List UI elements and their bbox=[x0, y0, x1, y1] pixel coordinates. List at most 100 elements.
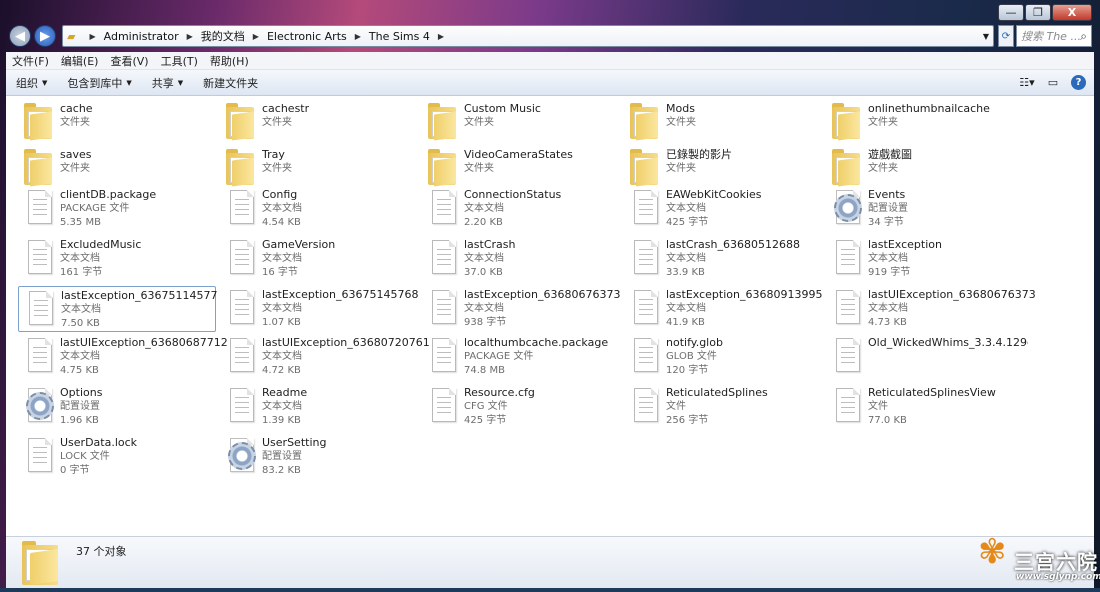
config-file-icon bbox=[220, 434, 260, 478]
preview-pane-icon[interactable]: ▭ bbox=[1045, 75, 1061, 91]
address-dropdown-icon[interactable]: ▼ bbox=[983, 32, 989, 41]
document-icon bbox=[220, 334, 260, 378]
folder-item[interactable]: cache 文件夹 bbox=[18, 100, 216, 146]
file-item[interactable]: lastUIException_63680687712 文本文档 4.75 KB bbox=[18, 334, 228, 380]
item-name: UserSetting bbox=[262, 436, 327, 449]
menu-item[interactable]: 文件(F) bbox=[6, 53, 55, 69]
share-button[interactable]: 共享 ▼ bbox=[142, 75, 193, 91]
item-type: 文本文档 bbox=[868, 303, 908, 314]
folder-item[interactable]: onlinethumbnailcache 文件夹 bbox=[826, 100, 1024, 146]
menu-item[interactable]: 工具(T) bbox=[155, 53, 204, 69]
item-text: Old_WickedWhims_3.3.4.129e_Exception_7_J… bbox=[866, 334, 1028, 380]
item-type: 文本文档 bbox=[262, 401, 302, 412]
item-type: 文件夹 bbox=[464, 117, 494, 128]
file-item[interactable]: clientDB.package PACKAGE 文件 5.35 MB bbox=[18, 186, 216, 232]
file-item[interactable]: UserSetting 配置设置 83.2 KB bbox=[220, 434, 418, 480]
document-icon bbox=[220, 384, 260, 428]
breadcrumb-separator-icon[interactable]: ▶ bbox=[355, 32, 361, 41]
item-type: PACKAGE 文件 bbox=[464, 351, 534, 362]
file-item[interactable]: GameVersion 文本文档 16 字节 bbox=[220, 236, 418, 282]
file-item[interactable]: lastException 文本文档 919 字节 bbox=[826, 236, 1024, 282]
help-icon[interactable]: ? bbox=[1071, 75, 1086, 90]
file-item[interactable]: EAWebKitCookies 文本文档 425 字节 bbox=[624, 186, 822, 232]
maximize-button[interactable]: ❐ bbox=[1025, 4, 1051, 21]
folder-icon bbox=[624, 100, 664, 144]
file-item[interactable]: Resource.cfg CFG 文件 425 字节 bbox=[422, 384, 620, 430]
item-size: 256 字节 bbox=[666, 415, 709, 426]
file-item[interactable]: ReticulatedSplinesView 文件 77.0 KB bbox=[826, 384, 1024, 430]
new-folder-button[interactable]: 新建文件夹 bbox=[193, 75, 268, 91]
search-input[interactable]: 搜索 The ... ⌕ bbox=[1016, 25, 1092, 47]
breadcrumb-separator-icon[interactable]: ▶ bbox=[253, 32, 259, 41]
close-button[interactable]: X bbox=[1052, 4, 1092, 21]
item-text: onlinethumbnailcache 文件夹 bbox=[866, 100, 990, 146]
item-size: 34 字节 bbox=[868, 217, 904, 228]
item-type: 文本文档 bbox=[262, 253, 302, 264]
file-item[interactable]: notify.glob GLOB 文件 120 字节 bbox=[624, 334, 822, 380]
breadcrumb-separator-icon[interactable]: ▶ bbox=[438, 32, 444, 41]
file-item[interactable]: ExcludedMusic 文本文档 161 字节 bbox=[18, 236, 216, 282]
watermark-url: www.sglynp.com bbox=[1016, 572, 1100, 582]
watermark: ✾ 三宫六院 www.sglynp.com bbox=[978, 522, 1100, 588]
minimize-button[interactable]: — bbox=[998, 4, 1024, 21]
file-item[interactable]: Events 配置设置 34 字节 bbox=[826, 186, 1024, 232]
view-options-icon[interactable]: ☷▾ bbox=[1019, 75, 1035, 91]
item-size: 74.8 MB bbox=[464, 365, 505, 376]
item-size: 16 字节 bbox=[262, 267, 298, 278]
address-bar[interactable]: ▰ ▶ Administrator ▶ 我的文档 ▶ Electronic Arts ▶ Th… bbox=[62, 25, 994, 47]
folder-icon bbox=[220, 100, 260, 144]
include-library-button[interactable]: 包含到库中 ▼ bbox=[57, 75, 141, 91]
file-item[interactable]: Config 文本文档 4.54 KB bbox=[220, 186, 418, 232]
item-name: lastException bbox=[868, 238, 942, 251]
item-name: lastUIException_63680720761 bbox=[262, 336, 430, 349]
item-type: 文本文档 bbox=[60, 351, 100, 362]
breadcrumb-item[interactable]: 我的文档 bbox=[201, 28, 245, 44]
item-name: lastException_63680913995 bbox=[666, 288, 823, 301]
document-icon bbox=[18, 186, 58, 230]
file-item[interactable]: lastException_63680913995 文本文档 41.9 KB bbox=[624, 286, 822, 332]
folder-item[interactable]: Mods 文件夹 bbox=[624, 100, 822, 146]
item-name: UserData.lock bbox=[60, 436, 138, 449]
forward-button[interactable]: ▶ bbox=[34, 25, 56, 47]
file-item[interactable]: ConnectionStatus 文本文档 2.20 KB bbox=[422, 186, 620, 232]
menu-item[interactable]: 帮助(H) bbox=[204, 53, 255, 69]
organize-button[interactable]: 组织 ▼ bbox=[6, 75, 57, 91]
file-item[interactable]: localthumbcache.package PACKAGE 文件 74.8 MB bbox=[422, 334, 620, 380]
file-item[interactable]: ReticulatedSplines 文件 256 字节 bbox=[624, 384, 822, 430]
file-item[interactable]: lastCrash_63680512688 文本文档 33.9 KB bbox=[624, 236, 822, 282]
explorer-window: — ❐ X ◀ ▶ ▰ ▶ Administrator ▶ 我的文档 ▶ Electron… bbox=[6, 0, 1094, 588]
menu-item[interactable]: 编辑(E) bbox=[55, 53, 105, 69]
item-type: 文件 bbox=[666, 401, 686, 412]
breadcrumb-item[interactable]: The Sims 4 bbox=[369, 30, 430, 43]
breadcrumb-item[interactable]: Electronic Arts bbox=[267, 30, 347, 43]
refresh-button[interactable]: ⟳ bbox=[998, 25, 1014, 47]
back-button[interactable]: ◀ bbox=[9, 25, 31, 47]
file-item[interactable]: lastUIException_63680720761 文本文档 4.72 KB bbox=[220, 334, 430, 380]
item-size: 7.50 KB bbox=[61, 318, 100, 329]
item-text: EAWebKitCookies 文本文档 425 字节 bbox=[664, 186, 762, 232]
folder-item[interactable]: Custom Music 文件夹 bbox=[422, 100, 620, 146]
file-item[interactable]: lastUIException_63680676373 文本文档 4.73 KB bbox=[826, 286, 1036, 332]
folder-item[interactable]: cachestr 文件夹 bbox=[220, 100, 418, 146]
file-item[interactable]: lastException_63680676373 文本文档 938 字节 bbox=[422, 286, 620, 332]
file-item[interactable]: lastException_63675114577 文本文档 7.50 KB bbox=[18, 286, 217, 332]
item-size: 1.07 KB bbox=[262, 317, 301, 328]
item-name: notify.glob bbox=[666, 336, 723, 349]
item-text: Options 配置设置 1.96 KB bbox=[58, 384, 102, 430]
file-item[interactable]: Readme 文本文档 1.39 KB bbox=[220, 384, 418, 430]
file-item[interactable]: UserData.lock LOCK 文件 0 字节 bbox=[18, 434, 216, 480]
menu-item[interactable]: 查看(V) bbox=[104, 53, 154, 69]
file-item[interactable]: lastException_63675145768 文本文档 1.07 KB bbox=[220, 286, 418, 332]
item-type: 文件夹 bbox=[464, 163, 494, 174]
item-name: onlinethumbnailcache bbox=[868, 102, 990, 115]
file-item[interactable]: lastCrash 文本文档 37.0 KB bbox=[422, 236, 620, 282]
chevron-down-icon: ▼ bbox=[42, 78, 48, 87]
item-text: lastException_63680676373 文本文档 938 字节 bbox=[462, 286, 620, 332]
item-text: Resource.cfg CFG 文件 425 字节 bbox=[462, 384, 535, 430]
breadcrumb-separator-icon[interactable]: ▶ bbox=[89, 32, 95, 41]
breadcrumb-item[interactable]: Administrator bbox=[104, 30, 179, 43]
file-item[interactable]: Old_WickedWhims_3.3.4.129e_Exception_7_J… bbox=[826, 334, 1028, 380]
breadcrumb-separator-icon[interactable]: ▶ bbox=[187, 32, 193, 41]
item-type: 配置设置 bbox=[60, 401, 100, 412]
file-item[interactable]: Options 配置设置 1.96 KB bbox=[18, 384, 216, 430]
